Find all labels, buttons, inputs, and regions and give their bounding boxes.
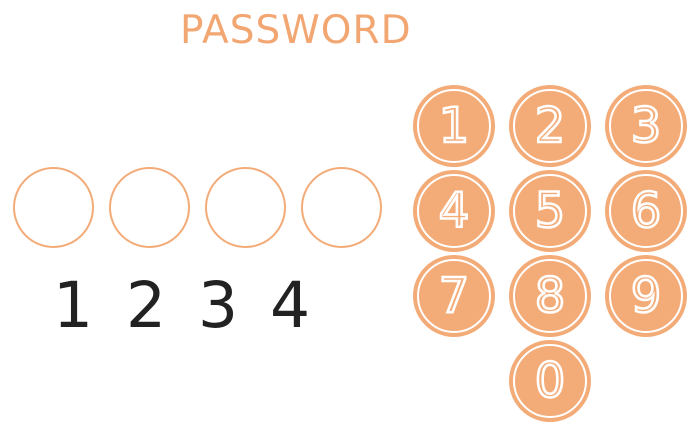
- keypad-key-6[interactable]: 6: [605, 170, 687, 252]
- entered-digit-4: 4: [270, 269, 311, 342]
- pin-slot-2: [109, 167, 190, 248]
- pin-slot-4: [301, 167, 382, 248]
- keypad-key-2[interactable]: 2: [509, 85, 591, 167]
- keypad-key-0[interactable]: 0: [509, 340, 591, 422]
- page-title: PASSWORD: [180, 8, 412, 53]
- keypad-key-label: 1: [437, 97, 470, 156]
- keypad-key-5[interactable]: 5: [509, 170, 591, 252]
- keypad-key-8[interactable]: 8: [509, 255, 591, 337]
- keypad-key-label: 7: [437, 267, 470, 326]
- entered-digit-3: 3: [198, 269, 239, 342]
- keypad-key-label: 9: [629, 267, 662, 326]
- entered-digit-2: 2: [126, 269, 167, 342]
- keypad-key-label: 4: [437, 182, 470, 241]
- pin-slot-1: [13, 167, 94, 248]
- keypad-key-9[interactable]: 9: [605, 255, 687, 337]
- keypad-key-label: 3: [629, 97, 662, 156]
- pin-slot-3: [205, 167, 286, 248]
- keypad-key-label: 0: [533, 352, 566, 411]
- keypad-key-label: 2: [533, 97, 566, 156]
- keypad-key-label: 8: [533, 267, 566, 326]
- entered-digit-1: 1: [53, 269, 94, 342]
- keypad-key-1[interactable]: 1: [413, 85, 495, 167]
- keypad-key-label: 5: [533, 182, 566, 241]
- keypad-key-label: 6: [629, 182, 662, 241]
- keypad-key-4[interactable]: 4: [413, 170, 495, 252]
- keypad-key-7[interactable]: 7: [413, 255, 495, 337]
- keypad-key-3[interactable]: 3: [605, 85, 687, 167]
- password-screen: PASSWORD 1 2 3 4 1 2 3 4 5 6 7 8 9 0: [0, 0, 687, 425]
